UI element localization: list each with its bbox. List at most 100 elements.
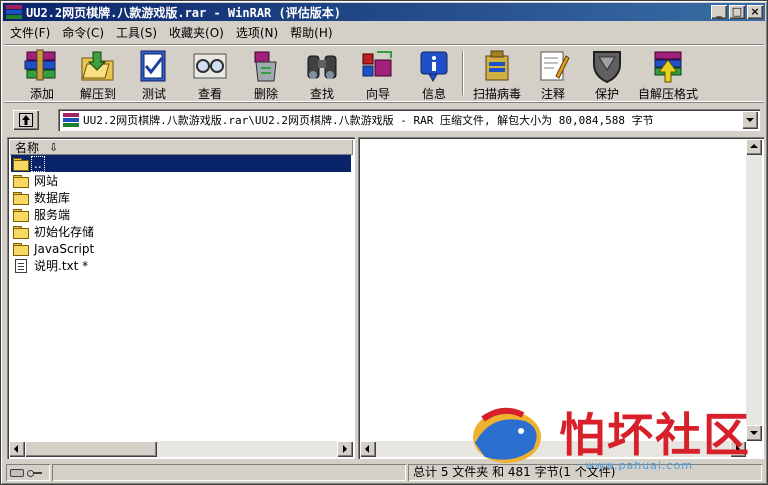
- list-item-name: 初始化存储: [34, 225, 95, 239]
- scroll-right-button[interactable]: [730, 441, 746, 457]
- list-item-folder[interactable]: 数据库: [11, 189, 351, 206]
- test-label: 测试: [141, 87, 166, 101]
- address-bar: UU2.2网页棋牌.八款游戏版.rar\UU2.2网页棋牌.八款游戏版 - RA…: [4, 107, 764, 133]
- maximize-button[interactable]: □: [729, 5, 745, 19]
- test-button[interactable]: 测试: [129, 48, 179, 101]
- folder-icon: [13, 208, 29, 222]
- view-glasses-icon: [191, 48, 229, 84]
- list-item-folder[interactable]: 初始化存储: [11, 223, 351, 240]
- virus-scan-button[interactable]: 扫描病毒: [469, 48, 525, 101]
- status-selection: [52, 464, 406, 481]
- toolbar: 添加 解压到 测试 查看 删除 查找 向导 信息 扫描病毒 注释 保护 自解压格…: [4, 44, 764, 102]
- up-one-level-button[interactable]: [13, 110, 39, 130]
- protect-label: 保护: [594, 87, 619, 101]
- minimize-button[interactable]: _: [711, 5, 727, 19]
- info-label: 信息: [421, 87, 446, 101]
- menu-help[interactable]: 帮助(H): [284, 24, 338, 41]
- menu-options[interactable]: 选项(N): [230, 24, 284, 41]
- list-item-folder[interactable]: 服务端: [11, 206, 351, 223]
- virus-scan-icon: [478, 48, 516, 84]
- status-total: 总计 5 文件夹 和 481 字节(1 个文件): [408, 464, 762, 481]
- list-item-file[interactable]: 说明.txt *: [11, 257, 351, 274]
- info-icon: [415, 48, 453, 84]
- find-binoculars-icon: [303, 48, 341, 84]
- comment-icon: [534, 48, 572, 84]
- scroll-left-button[interactable]: [9, 441, 25, 457]
- list-item-folder[interactable]: JavaScript: [11, 240, 351, 257]
- comment-label: 注释: [540, 87, 565, 101]
- preview-pane[interactable]: [358, 137, 764, 459]
- up-arrow-icon: [19, 113, 33, 127]
- drive-icon[interactable]: [10, 468, 24, 477]
- wizard-label: 向导: [365, 87, 390, 101]
- toolbar-separator: [462, 51, 464, 95]
- menu-favorites[interactable]: 收藏夹(O): [163, 24, 230, 41]
- extract-folder-icon: [79, 48, 117, 84]
- delete-label: 删除: [253, 87, 278, 101]
- status-icons: [6, 464, 50, 481]
- menu-file[interactable]: 文件(F): [4, 24, 56, 41]
- sfx-icon: [649, 48, 687, 84]
- protect-button[interactable]: 保护: [582, 48, 632, 101]
- list-item-name: JavaScript: [34, 241, 95, 256]
- menu-bar: 文件(F) 命令(C) 工具(S) 收藏夹(O) 选项(N) 帮助(H): [4, 23, 339, 42]
- list-item-name: 说明.txt *: [34, 259, 89, 273]
- winrar-window: UU2.2网页棋牌.八款游戏版.rar - WinRAR (评估版本) _ □ …: [0, 0, 768, 485]
- folder-icon: [13, 225, 29, 239]
- scroll-right-button[interactable]: [337, 441, 353, 457]
- list-item-name: 网站: [34, 174, 59, 188]
- title-bar[interactable]: UU2.2网页棋牌.八款游戏版.rar - WinRAR (评估版本) _ □ …: [3, 3, 765, 21]
- sort-arrow-icon: ⇩: [49, 140, 59, 154]
- folder-icon: [13, 191, 29, 205]
- list-item-name: 服务端: [34, 208, 71, 222]
- scroll-down-button[interactable]: [746, 425, 762, 441]
- rar-archive-icon: [63, 113, 79, 127]
- scroll-left-button[interactable]: [360, 441, 376, 457]
- status-bar: 总计 5 文件夹 和 481 字节(1 个文件): [4, 462, 764, 482]
- sfx-button[interactable]: 自解压格式: [637, 48, 699, 101]
- text-file-icon: [15, 258, 27, 273]
- winrar-app-icon[interactable]: [6, 5, 22, 19]
- scroll-thumb[interactable]: [25, 441, 157, 457]
- list-item-name: 数据库: [34, 191, 71, 205]
- view-label: 查看: [197, 87, 222, 101]
- info-button[interactable]: 信息: [409, 48, 459, 101]
- right-horizontal-scrollbar[interactable]: [360, 441, 746, 457]
- name-column-label: 名称: [15, 140, 40, 155]
- wizard-button[interactable]: 向导: [353, 48, 403, 101]
- close-button[interactable]: ×: [747, 5, 763, 19]
- extract-to-button[interactable]: 解压到: [73, 48, 123, 101]
- file-list-pane[interactable]: 名称 ⇩ .. 网站 数据库 服务端 初始化存储 JavaScript 说明.t…: [7, 137, 355, 459]
- folder-icon: [13, 174, 29, 188]
- find-label: 查找: [309, 87, 334, 101]
- right-vertical-scrollbar[interactable]: [746, 139, 762, 441]
- add-button[interactable]: 添加: [17, 48, 67, 101]
- path-combobox[interactable]: UU2.2网页棋牌.八款游戏版.rar\UU2.2网页棋牌.八款游戏版 - RA…: [58, 109, 760, 131]
- add-label: 添加: [29, 87, 54, 101]
- window-title: UU2.2网页棋牌.八款游戏版.rar - WinRAR (评估版本): [26, 5, 341, 20]
- list-item-folder[interactable]: 网站: [11, 172, 351, 189]
- list-item-parent-folder[interactable]: ..: [11, 155, 351, 172]
- name-column-header[interactable]: 名称 ⇩: [9, 139, 353, 155]
- menu-tools[interactable]: 工具(S): [110, 24, 163, 41]
- path-text: UU2.2网页棋牌.八款游戏版.rar\UU2.2网页棋牌.八款游戏版 - RA…: [83, 114, 654, 127]
- menu-commands[interactable]: 命令(C): [56, 24, 110, 41]
- delete-recycle-icon: [247, 48, 285, 84]
- key-icon[interactable]: [27, 469, 43, 477]
- scroll-up-button[interactable]: [746, 139, 762, 155]
- path-dropdown-button[interactable]: [742, 111, 758, 129]
- view-button[interactable]: 查看: [185, 48, 235, 101]
- left-horizontal-scrollbar[interactable]: [9, 441, 353, 457]
- folder-icon: [13, 242, 29, 256]
- wizard-icon: [359, 48, 397, 84]
- virus-scan-label: 扫描病毒: [472, 87, 521, 101]
- folder-icon: [13, 157, 29, 171]
- find-button[interactable]: 查找: [297, 48, 347, 101]
- test-check-icon: [135, 48, 173, 84]
- comment-button[interactable]: 注释: [528, 48, 578, 101]
- protect-shield-icon: [588, 48, 626, 84]
- file-list: .. 网站 数据库 服务端 初始化存储 JavaScript 说明.txt *: [11, 155, 351, 274]
- delete-button[interactable]: 删除: [241, 48, 291, 101]
- extract-to-label: 解压到: [79, 87, 116, 101]
- add-books-icon: [23, 48, 61, 84]
